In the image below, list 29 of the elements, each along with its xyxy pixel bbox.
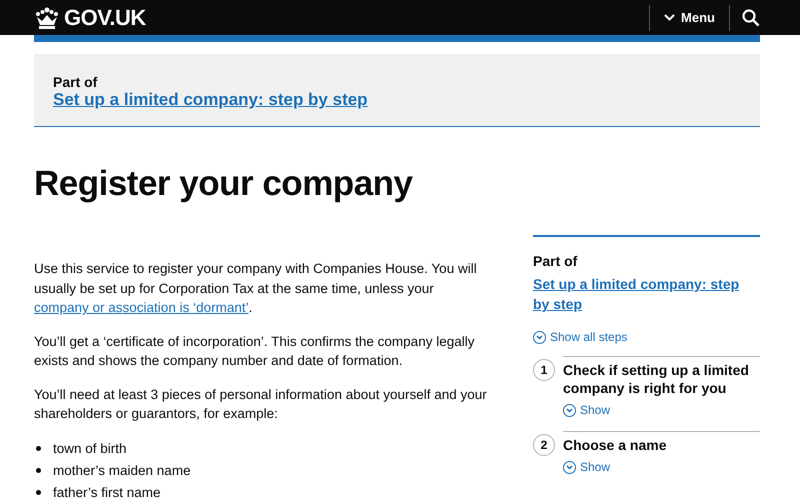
part-of-label: Part of [533, 253, 578, 269]
show-all-steps-button[interactable]: Show all steps [533, 330, 628, 344]
list-item: town of birth [53, 440, 127, 458]
show-step-button[interactable]: Show [563, 403, 610, 417]
list-item: father’s first name [53, 484, 161, 500]
menu-button[interactable]: Menu [649, 4, 730, 30]
chevron-circle-icon [563, 460, 576, 474]
step-number: 2 [533, 434, 555, 456]
page-title: Register your company [34, 163, 414, 205]
bullet-icon [36, 468, 41, 473]
step-number: 1 [533, 359, 555, 381]
bullet-icon [36, 490, 41, 495]
step-by-step-link[interactable]: Set up a limited company: step by step [53, 90, 368, 109]
body-paragraph: Use this service to register your company with Companies House. You will usually be set up for Corporation Tax at the same time, unless your company or association is ‘dormant’. [34, 260, 478, 317]
chevron-circle-icon [533, 330, 546, 344]
body-paragraph: You’ll need at least 3 pieces of personal information about yourself and your shareholders or guarantors, for example: [34, 386, 488, 423]
crown-icon [34, 6, 60, 28]
part-of-label: Part of [53, 74, 98, 90]
show-step-button[interactable]: Show [563, 460, 610, 474]
list-item: mother’s maiden name [53, 462, 191, 480]
chevron-down-icon [664, 14, 676, 21]
step-title: Check if setting up a limited company is right for you [563, 361, 750, 397]
body-paragraph: You’ll get a ‘certificate of incorporation’. This confirms the company legally exists and shows the company number and date of formation. [34, 332, 476, 370]
step-by-step-link[interactable]: Set up a limited company: step by step [533, 274, 760, 314]
gov-uk-logo-link[interactable]: GOV.UK [34, 4, 146, 30]
step-title: Choose a name [563, 436, 668, 454]
dormant-company-link[interactable]: company or association is ‘dormant’ [34, 300, 249, 315]
chevron-circle-icon [563, 404, 576, 416]
bullet-icon [36, 446, 41, 451]
